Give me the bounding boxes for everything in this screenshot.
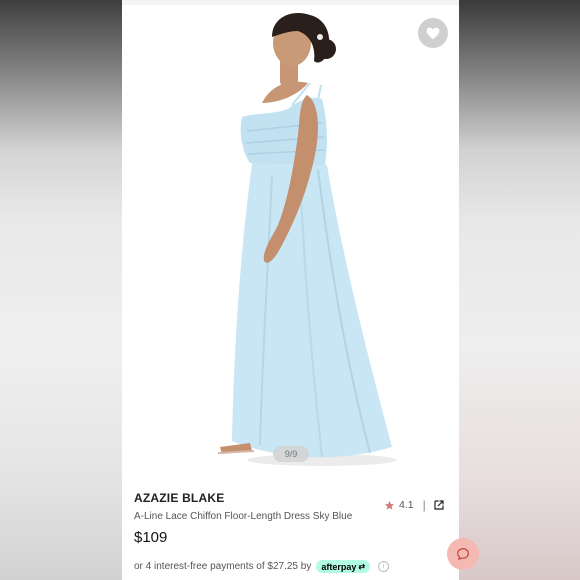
divider: | [422, 498, 426, 512]
blurred-backdrop-right [459, 0, 580, 580]
chat-button[interactable] [447, 538, 479, 570]
info-icon[interactable]: i [378, 561, 390, 572]
afterpay-label: afterpay [321, 561, 357, 572]
product-image[interactable] [122, 5, 459, 475]
afterpay-arrows-icon: ⇄ [358, 562, 366, 571]
favorite-button[interactable] [418, 18, 448, 48]
rating-value: 4.1 [399, 499, 414, 511]
product-price: $109 [134, 529, 168, 546]
product-brand[interactable]: AZAZIE BLAKE [134, 491, 224, 505]
product-title[interactable]: A-Line Lace Chiffon Floor-Length Dress S… [134, 511, 352, 522]
star-icon [384, 500, 395, 510]
image-counter: 9/9 [273, 446, 309, 462]
afterpay-badge[interactable]: afterpay ⇄ [316, 560, 371, 573]
heart-icon [426, 27, 440, 39]
product-card[interactable]: 9/9 AZAZIE BLAKE A-Line Lace Chiffon Flo… [122, 0, 459, 580]
model-in-dress-illustration [217, 13, 397, 466]
chat-icon [457, 548, 469, 561]
blurred-backdrop-left [0, 0, 122, 580]
rating-section: 4.1 | [384, 498, 445, 512]
installment-info: or 4 interest-free payments of $27.25 by… [134, 560, 390, 573]
external-link-icon[interactable] [433, 499, 445, 511]
installment-text: or 4 interest-free payments of $27.25 by [134, 561, 312, 572]
